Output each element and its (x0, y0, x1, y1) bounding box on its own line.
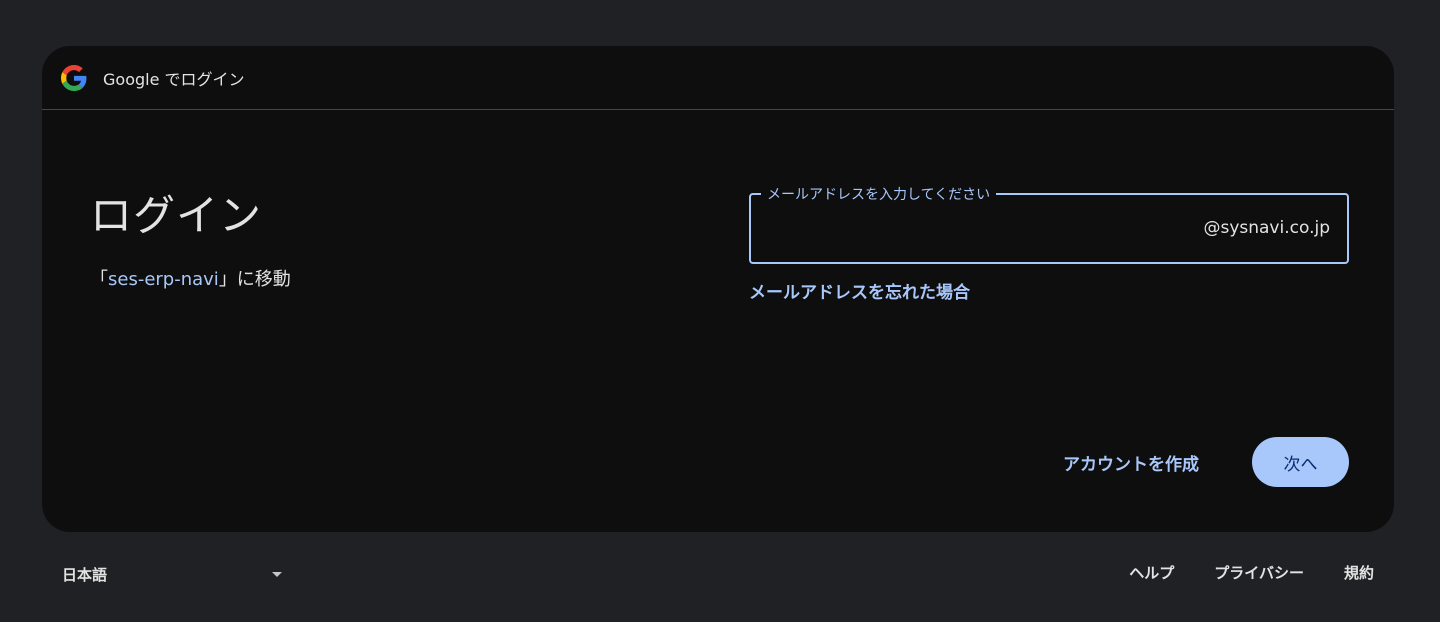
email-input[interactable] (765, 203, 1237, 253)
continue-to-subtitle: 「ses-erp-navi」に移動 (90, 265, 291, 291)
next-button[interactable]: 次へ (1252, 437, 1349, 487)
google-logo-icon (61, 64, 87, 91)
create-account-button[interactable]: アカウントを作成 (1042, 438, 1220, 486)
sign-in-card: Google でログイン ログイン 「ses-erp-navi」に移動 メールア… (42, 46, 1394, 532)
language-label: 日本語 (62, 565, 108, 584)
forgot-email-link[interactable]: メールアドレスを忘れた場合 (749, 278, 970, 303)
language-select[interactable]: 日本語 (50, 560, 282, 588)
terms-link[interactable]: 規約 (1344, 562, 1374, 583)
privacy-link[interactable]: プライバシー (1214, 562, 1304, 583)
footer: 日本語 ヘルプ プライバシー 規約 (42, 552, 1394, 596)
header-title: Google でログイン (103, 69, 245, 89)
app-name-link[interactable]: ses-erp-navi (108, 269, 219, 290)
email-field-label: メールアドレスを入力してください (761, 184, 997, 204)
page-title: ログイン (90, 191, 263, 240)
footer-links: ヘルプ プライバシー 規約 (1129, 562, 1374, 583)
help-link[interactable]: ヘルプ (1129, 562, 1174, 583)
dropdown-caret-icon (272, 571, 282, 577)
subtitle-suffix: 」に移動 (218, 269, 291, 290)
email-domain-suffix: @sysnavi.co.jp (1203, 218, 1330, 238)
subtitle-prefix: 「 (90, 269, 108, 290)
heading-section: ログイン 「ses-erp-navi」に移動 (90, 182, 291, 291)
email-field: メールアドレスを入力してください @sysnavi.co.jp (749, 184, 1349, 264)
card-header: Google でログイン (42, 46, 1394, 110)
